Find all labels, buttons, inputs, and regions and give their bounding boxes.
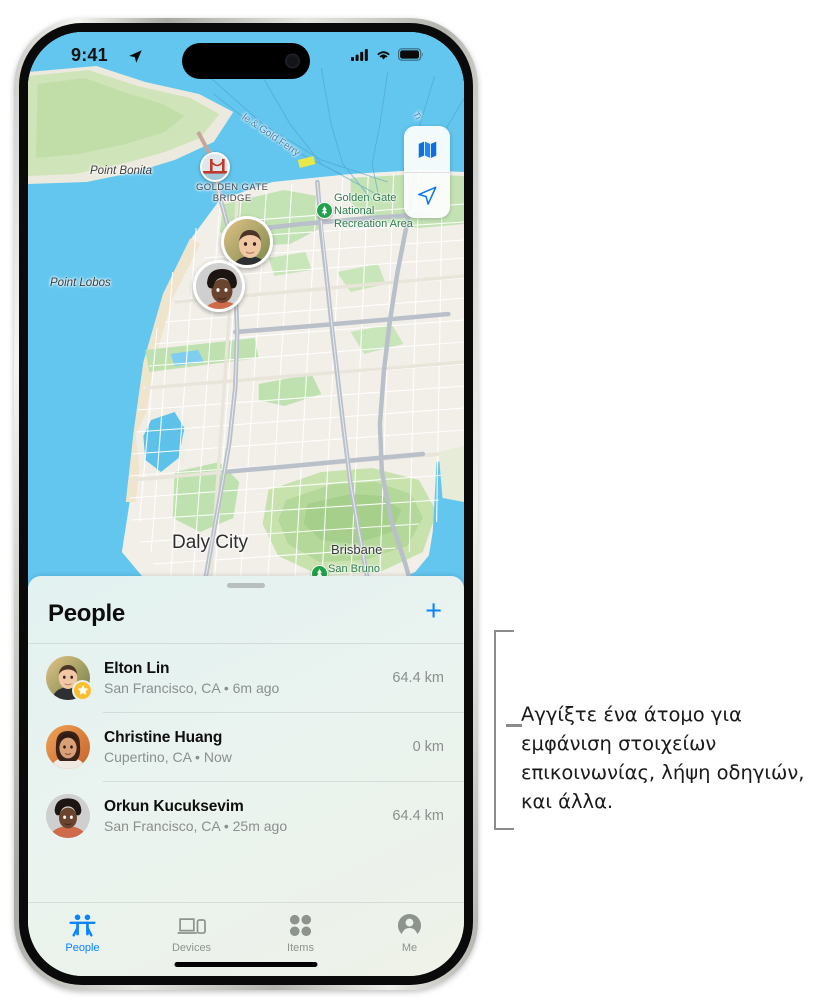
phone-screen: Point Bonita Point Lobos GOLDEN GATE BRI… (28, 32, 464, 976)
favorite-star-icon (72, 679, 93, 701)
map-pin-orkun[interactable] (193, 260, 245, 312)
locate-me-button[interactable] (404, 172, 450, 218)
list-item[interactable]: Christine Huang Cupertino, CA • Now 0 km (28, 712, 464, 781)
list-item-text: Christine Huang Cupertino, CA • Now (104, 729, 413, 765)
person-location: San Francisco, CA • 25m ago (104, 817, 288, 834)
list-item-text: Elton Lin San Francisco, CA • 6m ago (104, 660, 392, 696)
navigation-arrow-icon (417, 186, 437, 205)
person-location: Cupertino, CA • Now (104, 748, 232, 765)
avatar-orkun-icon (46, 793, 90, 838)
two-people-icon (69, 912, 96, 939)
page-title: People (48, 599, 125, 627)
tab-devices[interactable]: Devices (137, 912, 246, 954)
add-person-button[interactable]: + (415, 597, 444, 630)
map-pin-elton[interactable] (221, 216, 273, 268)
iphone-frame: Point Bonita Point Lobos GOLDEN GATE BRI… (14, 18, 478, 990)
avatar (46, 724, 90, 769)
person-distance: 0 km (412, 738, 444, 755)
map-controls (404, 126, 450, 218)
sheet-header: People + (28, 588, 464, 643)
tab-label: Items (287, 942, 314, 954)
park-pin-icon (316, 202, 333, 219)
four-dots-icon (288, 912, 313, 939)
map-style-button[interactable] (404, 126, 450, 172)
avatar-christine-icon (46, 724, 90, 769)
person-distance: 64.4 km (392, 807, 444, 824)
avatar (46, 655, 93, 701)
tab-me[interactable]: Me (355, 912, 464, 954)
people-list: Elton Lin San Francisco, CA • 6m ago 64.… (28, 643, 464, 902)
folded-map-icon (418, 141, 436, 158)
map-view[interactable]: Point Bonita Point Lobos GOLDEN GATE BRI… (28, 32, 464, 612)
people-sheet: People + Elton Lin San Francisco, CA • 6… (28, 576, 464, 976)
callout-text: Αγγίξτε ένα άτομο για εμφάνιση στοιχείων… (521, 703, 805, 813)
map-canvas (28, 32, 464, 612)
home-indicator[interactable] (174, 962, 318, 967)
avatar (46, 793, 90, 838)
tab-items[interactable]: Items (246, 912, 355, 954)
tab-label: Me (401, 942, 418, 954)
person-name: Elton Lin (104, 659, 170, 677)
callout-bracket (494, 630, 514, 830)
list-item[interactable]: Orkun Kucuksevim San Francisco, CA • 25m… (28, 781, 464, 850)
screenshot-root: Point Bonita Point Lobos GOLDEN GATE BRI… (0, 0, 814, 1008)
list-item[interactable]: Elton Lin San Francisco, CA • 6m ago 64.… (28, 643, 464, 712)
tab-label: People (65, 942, 100, 954)
person-name: Christine Huang (104, 728, 223, 746)
person-circle-icon (397, 912, 422, 939)
person-name: Orkun Kucuksevim (104, 797, 244, 815)
tab-label: Devices (171, 942, 212, 954)
tab-people[interactable]: People (28, 912, 137, 954)
phone-bezel: Point Bonita Point Lobos GOLDEN GATE BRI… (19, 23, 473, 985)
list-item-text: Orkun Kucuksevim San Francisco, CA • 25m… (104, 798, 392, 834)
person-distance: 64.4 km (392, 669, 444, 686)
person-location: San Francisco, CA • 6m ago (104, 679, 280, 696)
laptop-phone-icon (176, 912, 207, 939)
golden-gate-bridge-icon (200, 152, 230, 182)
callout-stub (506, 724, 522, 727)
